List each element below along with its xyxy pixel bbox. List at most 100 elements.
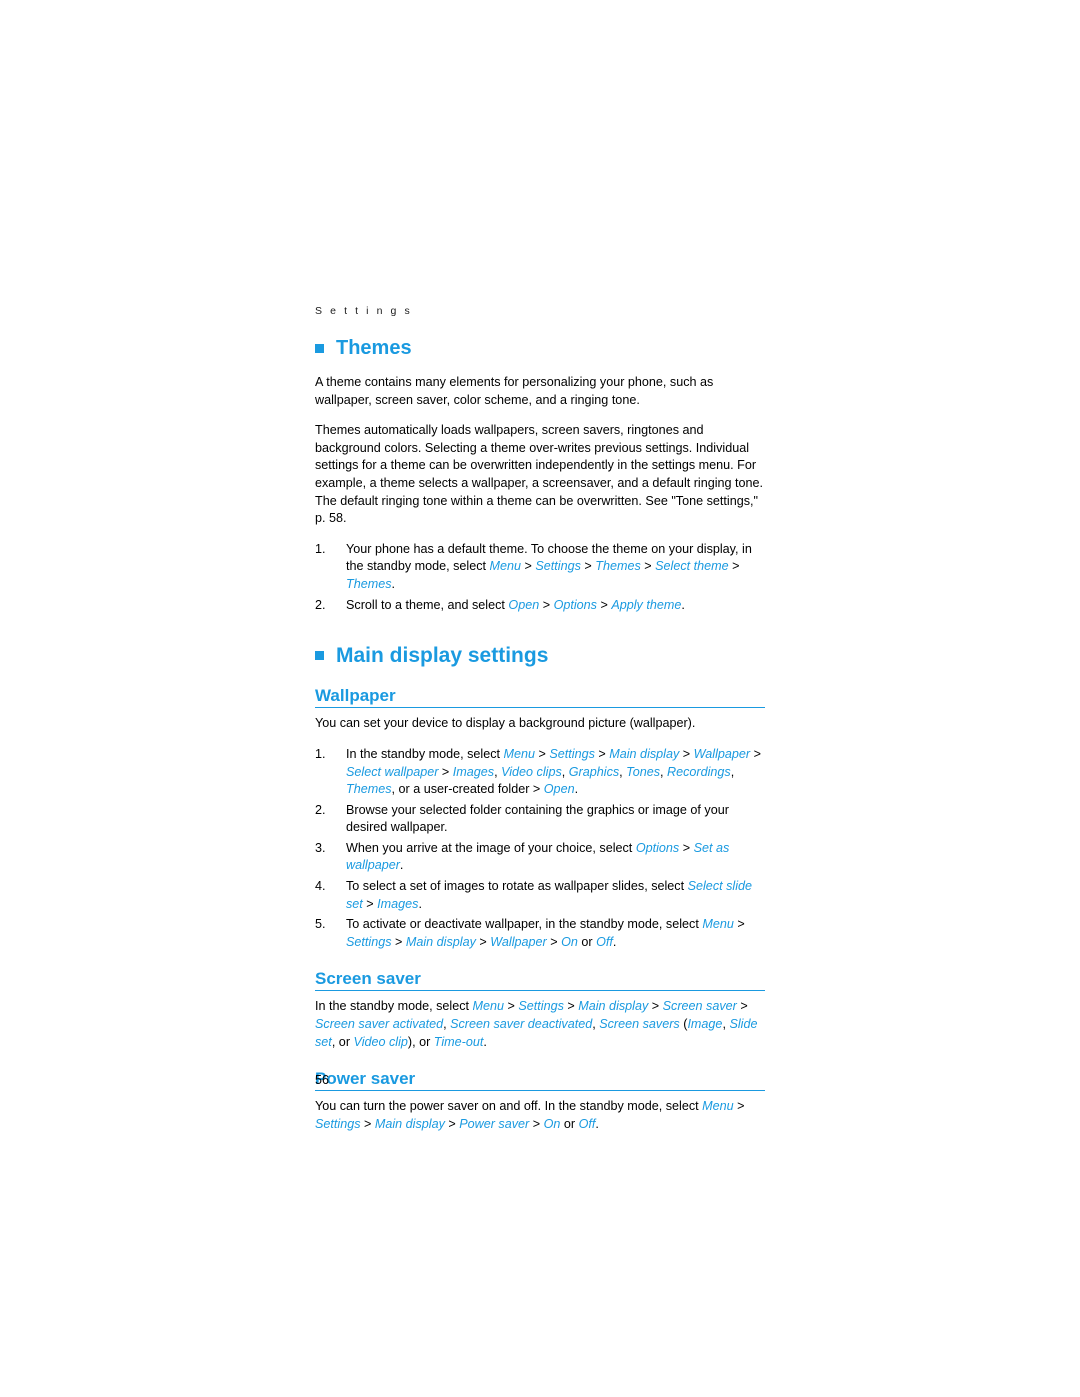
heading-screen-saver-label: Screen saver <box>315 969 421 989</box>
menu-path-item: On <box>561 934 578 949</box>
list-item-text: Your phone has a default theme. To choos… <box>346 542 752 591</box>
menu-path-item: Open <box>508 597 540 612</box>
wallpaper-steps: 1. In the standby mode, select Menu > Set… <box>315 746 765 952</box>
list-item: 2. Browse your selected folder containing… <box>315 802 765 837</box>
menu-path-item: Open <box>543 782 575 797</box>
text-run: or <box>560 1116 579 1131</box>
text-run: . <box>418 896 422 911</box>
menu-path-item: Themes <box>346 782 392 797</box>
text-run: In the standby mode, select <box>315 999 473 1014</box>
text-run: ), or <box>407 1034 434 1049</box>
menu-path-item: Menu <box>503 746 536 761</box>
text-run: > <box>391 934 406 949</box>
menu-path-item: Settings <box>346 934 392 949</box>
text-run: > <box>539 597 554 612</box>
list-item-text: To select a set of images to rotate as w… <box>346 879 752 911</box>
text-run: . <box>612 934 617 949</box>
list-item: 1. In the standby mode, select Menu > Set… <box>315 746 765 799</box>
page-content: S e t t i n g s Themes A theme contains … <box>315 305 765 1146</box>
text-run: , <box>660 764 668 779</box>
list-item: 4. To select a set of images to rotate as… <box>315 878 765 913</box>
text-run: , or <box>331 1034 354 1049</box>
menu-path-item: Video clips <box>501 764 562 779</box>
list-item-number: 4. <box>315 879 326 894</box>
menu-path-item: Wallpaper <box>693 746 751 761</box>
list-item-text: In the standby mode, select Menu > Setti… <box>346 747 761 796</box>
list-item-number: 1. <box>315 746 326 761</box>
menu-path-item: Off <box>596 934 613 949</box>
menu-path-item: On <box>543 1116 561 1131</box>
screen-saver-paragraph: In the standby mode, select Menu > Setti… <box>315 998 765 1051</box>
text-run: To select a set of images to rotate as w… <box>346 879 688 894</box>
menu-path-item: Options <box>553 597 597 612</box>
page-number: 56 <box>315 1073 329 1087</box>
menu-path-item: Main display <box>405 934 476 949</box>
text-run: > <box>733 1099 745 1114</box>
list-item-text: Browse your selected folder containing t… <box>346 803 729 835</box>
text-run: . <box>483 1034 487 1049</box>
text-run: . <box>574 782 579 797</box>
text-run: In the standby mode, select <box>346 746 504 761</box>
themes-steps: 1. Your phone has a default theme. To cho… <box>315 541 765 614</box>
menu-path-item: Menu <box>472 999 505 1014</box>
menu-path-item: Menu <box>702 917 734 932</box>
menu-path-item: Apply theme <box>611 597 682 612</box>
themes-paragraph-2: Themes automatically loads wallpapers, s… <box>315 423 764 526</box>
list-item-number: 3. <box>315 840 326 855</box>
text-run: > <box>750 746 761 761</box>
menu-path-item: Screen savers <box>599 1017 680 1032</box>
text-run: > <box>563 999 579 1014</box>
heading-power-saver-label: Power saver <box>315 1069 416 1089</box>
text-run: or <box>577 934 597 949</box>
text-run: , <box>730 764 735 779</box>
list-item-text: To activate or deactivate wallpaper, in … <box>346 917 745 949</box>
list-item-number: 2. <box>315 802 326 817</box>
bullet-square-icon <box>315 651 324 661</box>
text-run: , <box>561 764 569 779</box>
menu-path-item: Settings <box>549 746 595 761</box>
menu-path-item: Video clip <box>353 1034 408 1049</box>
running-head: S e t t i n g s <box>315 305 413 317</box>
list-item-text: Scroll to a theme, and select Open > Opt… <box>346 598 685 612</box>
text-run: > <box>362 896 378 911</box>
text-run: > <box>475 934 491 949</box>
text-run: , or a user-created folder > <box>391 782 544 797</box>
text-run: > <box>444 1116 460 1131</box>
list-item-number: 5. <box>315 917 326 932</box>
menu-path-item: Off <box>578 1116 596 1131</box>
text-run: . <box>391 576 396 591</box>
text-run: > <box>679 746 694 761</box>
list-item-number: 2. <box>315 597 326 612</box>
menu-path-item: Themes <box>346 576 392 591</box>
text-run: > <box>546 934 562 949</box>
heading-wallpaper: Wallpaper <box>315 686 765 709</box>
menu-path-item: Settings <box>315 1116 361 1131</box>
menu-path-item: Recordings <box>667 764 731 779</box>
text-run: > <box>580 559 596 574</box>
heading-main-display-label: Main display settings <box>336 644 549 668</box>
menu-path-item: Main display <box>609 746 680 761</box>
themes-paragraph-1: A theme contains many elements for perso… <box>315 375 714 407</box>
menu-path-item: Images <box>377 896 419 911</box>
text-run: When you arrive at the image of your cho… <box>346 840 636 855</box>
wallpaper-paragraph-1: You can set your device to display a bac… <box>315 716 696 731</box>
text-run: > <box>535 746 550 761</box>
text-run: . <box>399 858 404 873</box>
list-item: 5. To activate or deactivate wallpaper, i… <box>315 916 765 951</box>
menu-path-item: Power saver <box>459 1116 530 1131</box>
menu-path-item: Screen saver deactivated <box>450 1017 593 1032</box>
heading-themes: Themes <box>315 336 765 360</box>
menu-path-item: Time-out <box>433 1034 484 1049</box>
list-item: 2. Scroll to a theme, and select Open > O… <box>315 597 765 615</box>
text-run: > <box>640 559 656 574</box>
heading-screen-saver: Screen saver <box>315 969 765 992</box>
text-run: > <box>736 999 748 1014</box>
power-saver-paragraph: You can turn the power saver on and off.… <box>315 1098 765 1133</box>
list-item: 1. Your phone has a default theme. To cho… <box>315 541 765 594</box>
list-item-number: 1. <box>315 541 326 556</box>
text-run: > <box>529 1116 544 1131</box>
text-run: Scroll to a theme, and select <box>346 597 509 612</box>
text-run: > <box>360 1116 375 1131</box>
heading-wallpaper-label: Wallpaper <box>315 686 396 706</box>
text-run: > <box>596 597 612 612</box>
